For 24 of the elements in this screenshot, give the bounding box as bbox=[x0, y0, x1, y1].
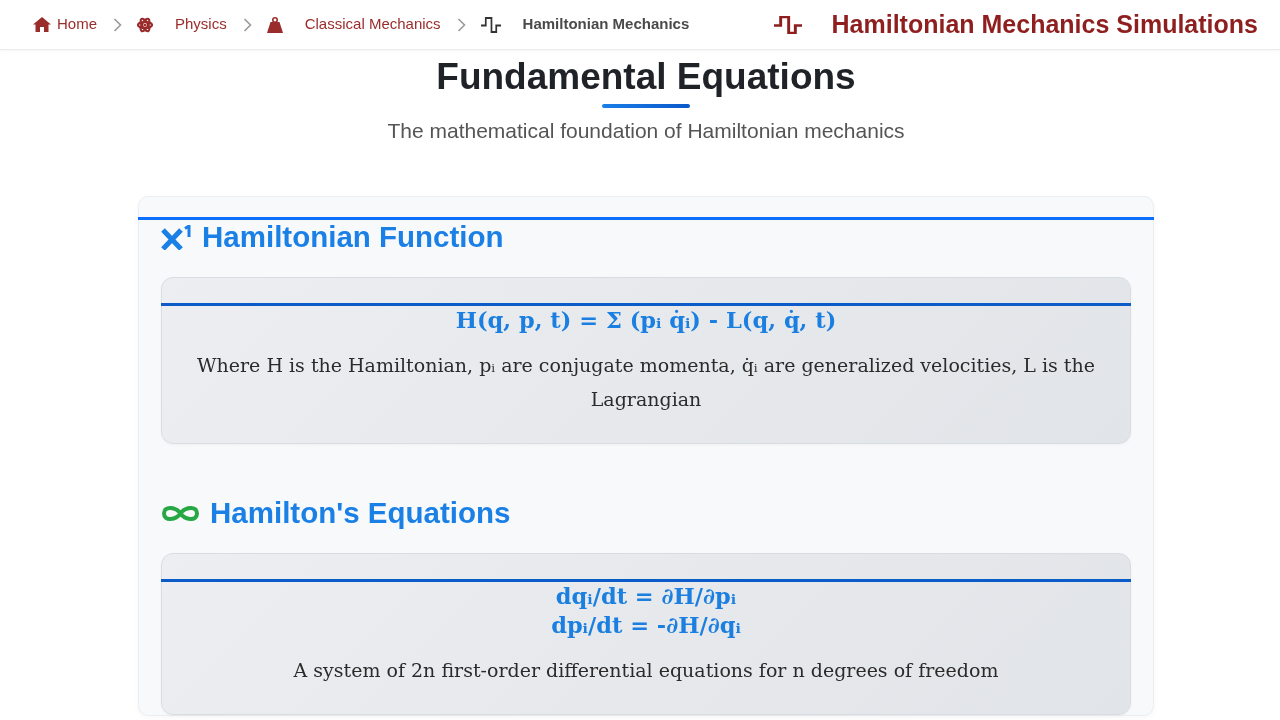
page-title: Fundamental Equations bbox=[435, 55, 857, 99]
brand-title: Hamiltonian Mechanics Simulations bbox=[831, 8, 1258, 40]
page-subtitle: The mathematical foundation of Hamiltonian mechanics bbox=[386, 118, 906, 144]
weight-icon bbox=[266, 16, 283, 33]
equation: dqᵢ/dt = ∂H/∂pᵢ bbox=[554, 582, 738, 611]
breadcrumb-link[interactable]: Classical Mechanics bbox=[304, 13, 441, 36]
superscript-icon bbox=[161, 224, 194, 250]
atom-icon bbox=[137, 16, 153, 33]
chevron-icon bbox=[242, 17, 252, 32]
home-icon bbox=[33, 17, 51, 32]
section-title: Hamiltonian Function bbox=[202, 220, 504, 254]
chevron-icon bbox=[113, 17, 122, 32]
equation-description: Where H is the Hamiltonian, pᵢ are conjugate momenta, q̇ᵢ are generalized velocities, L is the Lagrangian bbox=[196, 353, 1096, 412]
breadcrumb-link[interactable]: Physics bbox=[175, 13, 227, 36]
equation-description: A system of 2n first-order differential equations for n degrees of freedom bbox=[292, 658, 1000, 683]
chevron-icon bbox=[456, 17, 466, 32]
breadcrumb-link[interactable]: Home bbox=[57, 13, 97, 36]
equation: dpᵢ/dt = -∂H/∂qᵢ bbox=[550, 611, 742, 640]
equation: H(q, p, t) = Σ (pᵢ q̇ᵢ) - L(q, q̇, t) bbox=[454, 306, 838, 335]
square-wave-icon bbox=[773, 15, 802, 34]
infinity-icon bbox=[161, 503, 200, 523]
breadcrumb-current: Hamiltonian Mechanics bbox=[522, 14, 690, 35]
section-title: Hamilton's Equations bbox=[210, 496, 511, 530]
square-wave-icon bbox=[480, 16, 501, 33]
